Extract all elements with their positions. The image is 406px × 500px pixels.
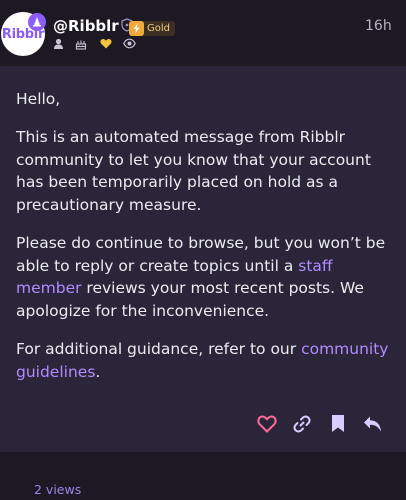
heart-icon: [100, 39, 112, 49]
paragraph-2: Please do continue to browse, but you wo…: [16, 232, 390, 322]
copy-link-button[interactable]: [292, 414, 312, 434]
paragraph-3-tail: .: [95, 362, 101, 381]
eye-icon: [123, 38, 136, 49]
user-icon: [54, 38, 63, 49]
view-count: 2 views: [34, 482, 82, 497]
bookmark-button[interactable]: [331, 414, 345, 433]
reply-button[interactable]: [363, 415, 383, 433]
greeting-text: Hello,: [16, 90, 61, 108]
cake-icon: [75, 40, 87, 50]
paragraph-3: For additional guidance, refer to our co…: [16, 338, 390, 383]
paragraph-3-text: For additional guidance, refer to our: [16, 340, 302, 358]
gold-badge-label: Gold: [147, 23, 170, 34]
paragraph-1: This is an automated message from Ribblr…: [16, 128, 371, 214]
post-timestamp[interactable]: 16h: [365, 18, 392, 34]
username[interactable]: @Ribblr: [53, 17, 119, 35]
like-button[interactable]: [257, 415, 277, 433]
wizard-hat-icon: [28, 13, 46, 31]
lightning-icon: [129, 21, 144, 36]
gold-badge[interactable]: Gold: [129, 21, 175, 36]
post-header: Ribblr @Ribblr Gold 16h: [0, 0, 406, 64]
post-body: Hello, This is an automated message from…: [0, 66, 406, 452]
